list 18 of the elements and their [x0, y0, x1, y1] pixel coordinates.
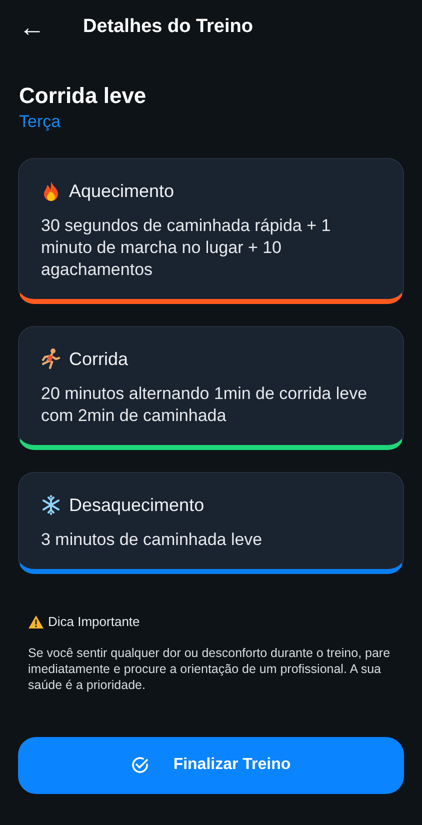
phase-description: 3 minutos de caminhada leve [41, 529, 264, 551]
phase-description: 30 segundos de caminhada rápida + 1 minuto de marcha no lugar + 10 agachamentos [41, 215, 332, 281]
finish-button[interactable]: Finalizar Treino [18, 736, 404, 794]
phase-title: Desaquecimento [69, 494, 204, 517]
fire-icon [41, 180, 61, 202]
tip-title: Dica Importante [48, 613, 140, 631]
back-button[interactable]: ← [19, 14, 45, 40]
workout-day: Terça [19, 110, 403, 134]
check-circle-icon [131, 756, 150, 774]
phase-title: Corrida [69, 348, 128, 371]
screen-title: Detalhes do Treino [83, 14, 253, 39]
warning-icon [28, 614, 44, 629]
workout-name: Corrida leve [19, 82, 148, 110]
tip-text: Se você sentir qualquer dor ou desconforto durante o treino, pare imediatamente e procure a orientação de um profissional. A sua saúde é a prioridade. [28, 644, 392, 692]
runner-icon [41, 348, 61, 370]
snowflake-icon [41, 494, 61, 516]
phase-description: 20 minutos alternando 1min de corrida leve com 2min de caminhada [41, 383, 368, 427]
phase-title: Aquecimento [69, 180, 174, 203]
